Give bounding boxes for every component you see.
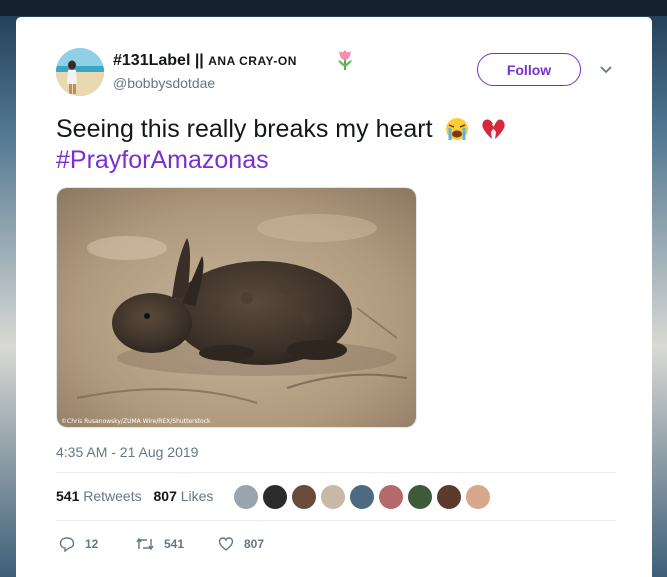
author-avatar[interactable] — [56, 48, 104, 96]
divider — [56, 520, 616, 521]
like-count: 807 — [244, 537, 265, 551]
follow-button[interactable]: Follow — [477, 53, 581, 86]
display-name[interactable]: #131Label || ANA CRAY-ON — [113, 52, 297, 70]
liker-avatar[interactable] — [262, 484, 288, 510]
liker-avatar[interactable] — [349, 484, 375, 510]
top-navigation-bar — [0, 0, 667, 16]
display-name-tag: ANA CRAY-ON — [208, 54, 297, 68]
heart-icon — [218, 537, 234, 551]
reply-button[interactable]: 12 — [59, 534, 98, 554]
liker-avatar[interactable] — [378, 484, 404, 510]
display-name-text: #131Label || — [113, 52, 204, 69]
liker-avatar[interactable] — [407, 484, 433, 510]
liker-avatar[interactable] — [233, 484, 259, 510]
chevron-down-icon[interactable] — [599, 65, 613, 75]
likes-count: 807 — [153, 488, 177, 504]
hashtag-link[interactable]: #PrayforAmazonas — [56, 146, 269, 174]
liker-avatar[interactable] — [320, 484, 346, 510]
photo-credit: ©Chris Rusanowsky/ZUMA Wire/REX/Shutters… — [61, 418, 211, 425]
tweet-text: Seeing this really breaks my heart #Pray… — [56, 114, 616, 176]
retweets-stat[interactable]: 541 Retweets — [56, 488, 142, 504]
retweet-icon — [136, 537, 154, 551]
retweet-button[interactable]: 541 — [136, 534, 184, 554]
divider — [56, 472, 616, 473]
engagement-stats: 541 Retweets 807 Likes — [56, 488, 221, 504]
liker-avatar[interactable] — [465, 484, 491, 510]
retweets-label: Retweets — [83, 488, 142, 504]
likes-stat[interactable]: 807 Likes — [154, 488, 214, 504]
tweet-timestamp[interactable]: 4:35 AM - 21 Aug 2019 — [56, 444, 198, 460]
liker-avatar[interactable] — [436, 484, 462, 510]
likes-label: Likes — [180, 488, 214, 504]
retweets-count: 541 — [56, 488, 80, 504]
loudly-crying-face-icon — [445, 118, 468, 140]
tweet-photo[interactable]: ©Chris Rusanowsky/ZUMA Wire/REX/Shutters… — [56, 187, 417, 428]
liker-avatar[interactable] — [291, 484, 317, 510]
tweet-card: #131Label || ANA CRAY-ON @bobbysdotdae F… — [16, 17, 652, 577]
retweet-count: 541 — [164, 537, 185, 551]
broken-heart-icon — [482, 119, 506, 139]
tulip-icon — [338, 50, 352, 70]
tweet-text-line: Seeing this really breaks my heart — [56, 114, 616, 145]
like-button[interactable]: 807 — [218, 534, 264, 554]
author-handle[interactable]: @bobbysdotdae — [113, 75, 215, 91]
tweet-body: Seeing this really breaks my heart — [56, 115, 433, 143]
reply-icon — [59, 537, 75, 552]
reply-count: 12 — [85, 537, 99, 551]
burned-rabbit-image — [57, 188, 416, 427]
